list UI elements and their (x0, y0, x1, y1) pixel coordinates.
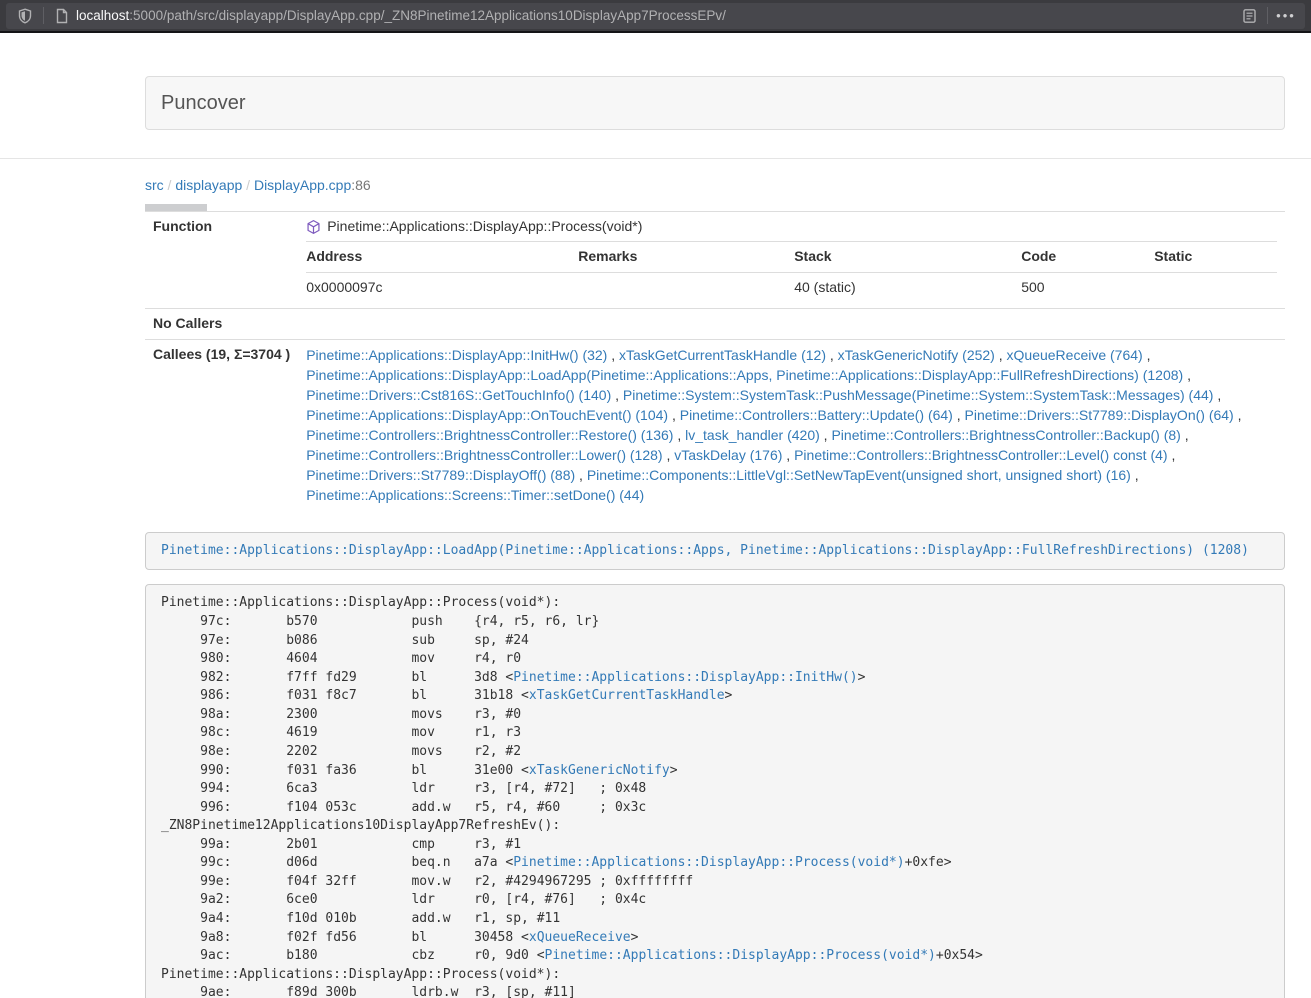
urlbar-divider (43, 7, 44, 24)
callee-link[interactable]: Pinetime::Controllers::BrightnessControl… (306, 447, 662, 463)
callee-separator: , (953, 407, 965, 423)
callee-separator: , (782, 447, 794, 463)
page-icon[interactable] (52, 6, 72, 26)
callee-link[interactable]: Pinetime::Applications::DisplayApp::Load… (306, 367, 1183, 383)
callees-row: Callees (19, Σ=3704 ) Pinetime::Applicat… (145, 339, 1285, 510)
callee-separator: , (1168, 447, 1176, 463)
cell-address: 0x0000097c (306, 272, 578, 302)
cell-static (1154, 272, 1277, 302)
callee-separator: , (1131, 467, 1139, 483)
breadcrumb-line-number: :86 (351, 177, 370, 193)
code-symbol-link[interactable]: Pinetime::Applications::DisplayApp::Proc… (545, 948, 936, 963)
cell-code: 500 (1021, 272, 1154, 302)
code-symbol-link[interactable]: Pinetime::Applications::DisplayApp::Init… (513, 670, 857, 685)
callee-link[interactable]: vTaskDelay (176) (674, 447, 782, 463)
urlbar[interactable]: localhost:5000/path/src/displayapp/Displ… (6, 3, 1305, 29)
callee-separator: , (575, 467, 587, 483)
horizontal-scrollbar-thumb[interactable] (145, 204, 207, 211)
col-header-stack: Stack (794, 241, 1021, 272)
function-row: Function Pinetime::Applications::Display… (145, 211, 1285, 308)
callee-separator: , (1143, 347, 1151, 363)
code-symbol-link[interactable]: xQueueReceive (529, 930, 631, 945)
col-header-address: Address (306, 241, 578, 272)
callee-separator: , (1181, 427, 1189, 443)
callee-separator: , (1234, 407, 1242, 423)
callee-link[interactable]: Pinetime::Components::LittleVgl::SetNewT… (587, 467, 1131, 483)
callee-link[interactable]: Pinetime::Controllers::Battery::Update()… (680, 407, 953, 423)
callee-link[interactable]: lv_task_handler (420) (685, 427, 820, 443)
breadcrumb-link[interactable]: displayapp (175, 177, 242, 193)
browser-toolbar: localhost:5000/path/src/displayapp/Displ… (0, 0, 1311, 33)
function-details-row: 0x0000097c 40 (static) 500 (306, 272, 1277, 302)
callee-separator: , (663, 447, 675, 463)
breadcrumb-link[interactable]: src (145, 177, 164, 193)
callee-separator: , (820, 427, 832, 443)
breadcrumb-separator: / (164, 177, 176, 193)
function-cell: Pinetime::Applications::DisplayApp::Proc… (298, 211, 1285, 308)
callee-link[interactable]: Pinetime::Applications::Screens::Timer::… (306, 487, 644, 503)
callee-link[interactable]: Pinetime::System::SystemTask::PushMessag… (623, 387, 1214, 403)
shield-icon[interactable] (15, 6, 35, 26)
callees-list: Pinetime::Applications::DisplayApp::Init… (298, 339, 1285, 510)
col-header-code: Code (1021, 241, 1154, 272)
urlbar-divider-right (1267, 7, 1268, 24)
function-details-table: Address Remarks Stack Code Static 0x0000… (306, 241, 1277, 303)
callee-link[interactable]: xQueueReceive (764) (1007, 347, 1143, 363)
reader-mode-icon[interactable] (1239, 6, 1259, 26)
disassembly-box: Pinetime::Applications::DisplayApp::Proc… (145, 584, 1285, 998)
function-label: Function (145, 211, 298, 308)
cell-stack: 40 (static) (794, 272, 1021, 302)
callee-link[interactable]: Pinetime::Controllers::BrightnessControl… (794, 447, 1167, 463)
highlighted-symbol-link[interactable]: Pinetime::Applications::DisplayApp::Load… (161, 543, 1249, 558)
callee-separator: , (668, 407, 680, 423)
callee-link[interactable]: Pinetime::Controllers::BrightnessControl… (306, 427, 673, 443)
no-callers-cell (298, 308, 1285, 339)
breadcrumb-link[interactable]: DisplayApp.cpp (254, 177, 351, 193)
callee-link[interactable]: Pinetime::Drivers::St7789::DisplayOff() … (306, 467, 575, 483)
callee-link[interactable]: Pinetime::Drivers::St7789::DisplayOn() (… (965, 407, 1234, 423)
package-icon (306, 219, 321, 235)
no-callers-row: No Callers (145, 308, 1285, 339)
callee-separator: , (1213, 387, 1221, 403)
callee-link[interactable]: Pinetime::Drivers::Cst816S::GetTouchInfo… (306, 387, 611, 403)
callees-label: Callees (19, Σ=3704 ) (145, 339, 298, 510)
callee-link[interactable]: xTaskGetCurrentTaskHandle (12) (619, 347, 826, 363)
url-host: localhost (76, 8, 129, 23)
page-title: Puncover (161, 92, 1269, 114)
callee-separator: , (611, 387, 623, 403)
callee-separator: , (607, 347, 619, 363)
callee-link[interactable]: Pinetime::Applications::DisplayApp::Init… (306, 347, 607, 363)
url-text[interactable]: localhost:5000/path/src/displayapp/Displ… (76, 6, 1239, 25)
code-symbol-link[interactable]: xTaskGetCurrentTaskHandle (529, 688, 725, 703)
section-divider (0, 158, 1311, 159)
callee-separator: , (673, 427, 685, 443)
highlighted-symbol-box: Pinetime::Applications::DisplayApp::Load… (145, 532, 1285, 571)
breadcrumb-separator: / (242, 177, 254, 193)
callee-link[interactable]: Pinetime::Controllers::BrightnessControl… (831, 427, 1180, 443)
symbol-table: Function Pinetime::Applications::Display… (145, 211, 1285, 510)
page-title-panel: Puncover (145, 76, 1285, 130)
callee-separator: , (826, 347, 838, 363)
col-header-static: Static (1154, 241, 1277, 272)
cell-remarks (578, 272, 794, 302)
callee-separator: , (995, 347, 1007, 363)
url-path: :5000/path/src/displayapp/DisplayApp.cpp… (129, 8, 726, 23)
breadcrumb: src / displayapp / DisplayApp.cpp:86 (145, 176, 1285, 196)
col-header-remarks: Remarks (578, 241, 794, 272)
code-symbol-link[interactable]: Pinetime::Applications::DisplayApp::Proc… (513, 855, 904, 870)
menu-icon[interactable]: ••• (1276, 6, 1296, 26)
callee-link[interactable]: xTaskGenericNotify (252) (838, 347, 995, 363)
function-name: Pinetime::Applications::DisplayApp::Proc… (327, 217, 642, 237)
no-callers-label: No Callers (145, 308, 298, 339)
callee-link[interactable]: Pinetime::Applications::DisplayApp::OnTo… (306, 407, 668, 423)
callee-separator: , (1183, 367, 1191, 383)
breadcrumb-links: src / displayapp / DisplayApp.cpp (145, 177, 351, 193)
code-symbol-link[interactable]: xTaskGenericNotify (529, 763, 670, 778)
